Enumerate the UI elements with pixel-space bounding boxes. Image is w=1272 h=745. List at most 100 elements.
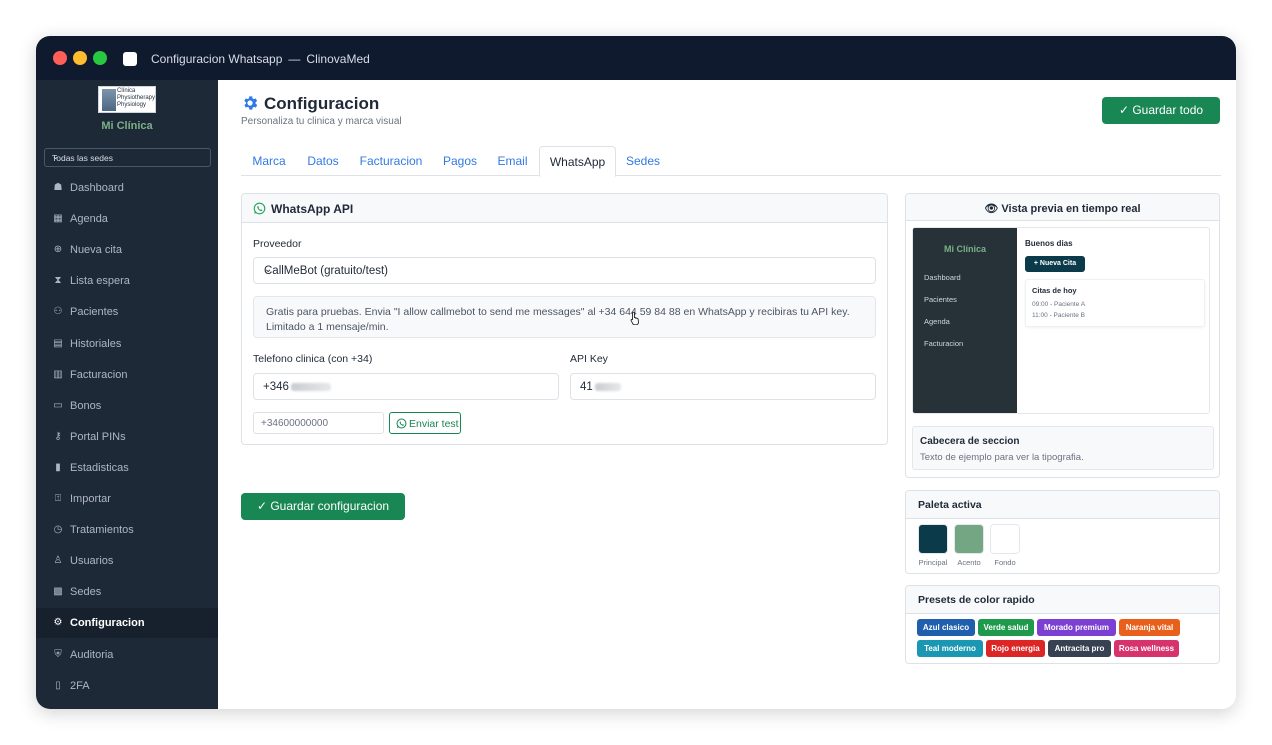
preset-verde-salud[interactable]: Verde salud — [978, 619, 1034, 636]
send-test-label: Enviar test — [409, 418, 459, 430]
preview-card-row: 11:00 - Paciente B — [1032, 312, 1085, 319]
save-all-button[interactable]: ✓ Guardar todo — [1102, 97, 1220, 124]
live-preview-title: 👁 Vista previa en tiempo real — [906, 202, 1219, 215]
preview-card-row: 09:00 - Paciente A — [1032, 301, 1086, 308]
swatch-label: Fondo — [994, 558, 1016, 567]
hourglass-icon: ⧗ — [54, 275, 62, 287]
apikey-label: API Key — [570, 353, 608, 365]
swatch-acento[interactable] — [954, 524, 984, 554]
sidebar-item-label: Nueva cita — [70, 244, 122, 257]
sidebar-item-nueva-cita[interactable]: ⊕ Nueva cita — [36, 235, 218, 265]
tab-datos[interactable]: Datos — [297, 146, 349, 176]
tab-email[interactable]: Email — [487, 146, 538, 176]
active-palette-card: Paleta activa Principal Acento Fondo — [905, 490, 1220, 574]
preset-teal-moderno[interactable]: Teal moderno — [917, 640, 983, 657]
title-bar: Configuracion Whatsapp — ClinovaMed — [36, 36, 1236, 80]
swatch-fondo[interactable] — [990, 524, 1020, 554]
file-medical-icon: ▤ — [53, 337, 63, 349]
key-icon: ⚷ — [54, 430, 62, 442]
preset-naranja-vital[interactable]: Naranja vital — [1119, 619, 1180, 636]
sidebar-item-dashboard[interactable]: ☗ Dashboard — [36, 173, 218, 203]
maximize-window-button[interactable] — [93, 51, 107, 65]
sidebar-item-portal-pins[interactable]: ⚷ Portal PINs — [36, 422, 218, 452]
preset-antracita-pro[interactable]: Antracita pro — [1048, 640, 1111, 657]
sidebar-item-bonos[interactable]: ▭ Bonos — [36, 391, 218, 421]
phone-input[interactable]: +346 — [253, 373, 559, 400]
send-test-button[interactable]: Enviar test — [389, 412, 461, 434]
whatsapp-card-title: WhatsApp API — [271, 202, 354, 216]
sidebar-item-label: Importar — [70, 493, 111, 505]
sidebar-item-lista-espera[interactable]: ⧗ Lista espera — [36, 266, 218, 296]
window-app-name: ClinovaMed — [306, 52, 370, 66]
sidebar-item-label: Lista espera — [70, 275, 130, 288]
sidebar-item-label: Dashboard — [70, 182, 124, 194]
tab-marca[interactable]: Marca — [241, 146, 297, 176]
minimize-window-button[interactable] — [73, 51, 87, 65]
live-preview-header: 👁 Vista previa en tiempo real — [906, 194, 1219, 221]
preset-rojo-energia[interactable]: Rojo energia — [986, 640, 1045, 657]
provider-info-box: Gratis para pruebas. Envia "I allow call… — [253, 296, 876, 338]
apikey-input[interactable]: 41 — [570, 373, 876, 400]
sidebar-item-importar[interactable]: ⍐ Importar — [36, 484, 218, 514]
page-subtitle: Personaliza tu clinica y marca visual — [241, 116, 402, 127]
save-configuration-button[interactable]: ✓ Guardar configuracion — [241, 493, 405, 520]
sidebar-item-2fa[interactable]: ▯ 2FA — [36, 671, 218, 701]
phone-input-value: +346 — [263, 381, 331, 393]
close-window-button[interactable] — [53, 51, 67, 65]
sidebar-item-auditoria[interactable]: ⛨ Auditoria — [36, 640, 218, 670]
preview-appointments-card: Citas de hoy 09:00 - Paciente A 11:00 - … — [1025, 279, 1205, 327]
provider-select[interactable]: CallMeBot (gratuito/test) ⌄ — [253, 257, 876, 284]
preset-azul-clasico[interactable]: Azul clasico — [917, 619, 975, 636]
sidebar-item-label: Estadisticas — [70, 461, 129, 474]
window-title: Configuracion Whatsapp — ClinovaMed — [151, 52, 370, 66]
sidebar-item-estadisticas[interactable]: ▮ Estadisticas — [36, 453, 218, 483]
preset-morado-premium[interactable]: Morado premium — [1037, 619, 1116, 636]
sidebar-item-label: Pacientes — [70, 306, 119, 319]
sidebar-item-agenda[interactable]: ▦ Agenda — [36, 204, 218, 234]
whatsapp-icon — [396, 418, 407, 429]
tab-facturacion[interactable]: Facturacion — [349, 146, 433, 176]
preview-mockup: Mi Clínica Dashboard Pacientes Agenda Fa… — [912, 227, 1210, 414]
apikey-visible-text: 41 — [580, 381, 593, 393]
tab-pagos[interactable]: Pagos — [433, 146, 487, 176]
sidebar-item-label: Auditoria — [70, 648, 114, 661]
preview-section-text: Texto de ejemplo para ver la tipografia. — [920, 452, 1084, 463]
provider-label: Proveedor — [253, 238, 302, 250]
building-icon: ▩ — [53, 586, 63, 598]
sidebar-item-pacientes[interactable]: ⚇ Pacientes — [36, 297, 218, 327]
plus-circle-icon: ⊕ — [53, 244, 63, 256]
apikey-redaction — [594, 382, 621, 391]
receipt-icon: ▥ — [53, 368, 63, 380]
ticket-icon: ▭ — [53, 399, 63, 411]
tab-sedes[interactable]: Sedes — [616, 146, 670, 176]
sidebar-item-tratamientos[interactable]: ◷ Tratamientos — [36, 515, 218, 545]
hand-cursor-icon — [630, 311, 639, 325]
preset-rosa-wellness[interactable]: Rosa wellness — [1114, 640, 1179, 657]
sidebar-item-usuarios[interactable]: ♙ Usuarios — [36, 546, 218, 576]
page-title: Configuracion — [264, 94, 380, 113]
sede-select[interactable]: Todas las sedes ⌄ — [44, 148, 211, 167]
preview-sidebar: Mi Clínica Dashboard Pacientes Agenda Fa… — [913, 228, 1017, 413]
swatch-label: Acento — [957, 558, 981, 567]
sidebar-item-sedes[interactable]: ▩ Sedes — [36, 577, 218, 607]
sidebar: Clínica Physiotherapy Physiology Mi Clínic… — [36, 80, 218, 709]
swatch-label: Principal — [918, 558, 948, 567]
brand-name: Mi Clínica — [101, 120, 153, 132]
eye-icon: 👁 — [984, 203, 999, 215]
house-icon: ☗ — [53, 182, 63, 193]
palette-header: Paleta activa — [906, 491, 1219, 519]
clinic-logo: Clínica Physiotherapy Physiology — [98, 86, 156, 113]
preview-section-sample: Cabecera de seccion Texto de ejemplo par… — [912, 426, 1214, 470]
window-title-text: Configuracion Whatsapp — [151, 52, 283, 66]
presets-title: Presets de color rapido — [918, 594, 1035, 606]
whatsapp-card-header: WhatsApp API — [242, 194, 887, 223]
sidebar-item-facturacion[interactable]: ▥ Facturacion — [36, 360, 218, 390]
tab-whatsapp[interactable]: WhatsApp — [539, 146, 616, 177]
swatch-principal[interactable] — [918, 524, 948, 554]
sidebar-item-configuracion[interactable]: ⚙ Configuracion — [36, 608, 218, 639]
preview-nav-item: Dashboard — [924, 273, 961, 282]
test-phone-placeholder: +34600000000 — [261, 418, 329, 429]
test-phone-input[interactable]: +34600000000 — [253, 412, 384, 434]
sidebar-item-historiales[interactable]: ▤ Historiales — [36, 329, 218, 359]
person-gear-icon: ♙ — [53, 555, 63, 567]
